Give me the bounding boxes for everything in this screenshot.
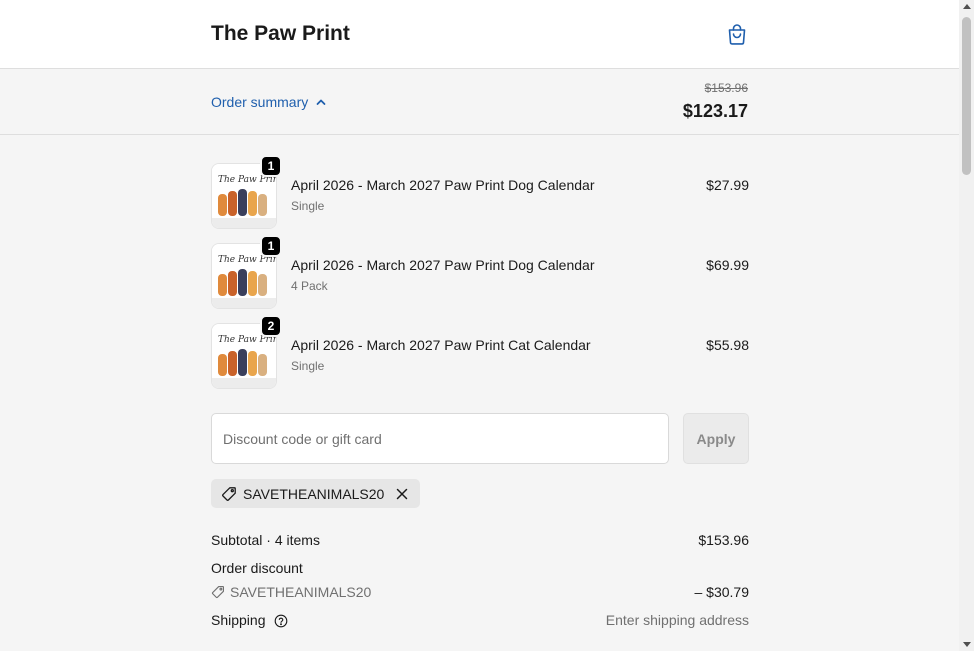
store-name[interactable]: The Paw Print bbox=[211, 22, 350, 46]
tag-icon bbox=[222, 486, 236, 501]
order-summary-bar: Order summary $153.96 $123.17 bbox=[0, 69, 959, 135]
order-discount-row: Order discount bbox=[211, 560, 749, 576]
order-summary-toggle[interactable]: Order summary bbox=[211, 94, 327, 110]
quantity-badge: 1 bbox=[260, 155, 282, 177]
shipping-value: Enter shipping address bbox=[605, 612, 749, 628]
item-variant: Single bbox=[291, 199, 325, 213]
applied-code-label: SAVETHEANIMALS20 bbox=[243, 485, 385, 502]
item-price: $27.99 bbox=[706, 177, 749, 193]
header: The Paw Print bbox=[0, 0, 959, 69]
discount-code-label: SAVETHEANIMALS20 bbox=[230, 584, 372, 600]
line-item: The Paw Print 1 April 2026 - March 2027 … bbox=[211, 155, 749, 229]
close-icon[interactable] bbox=[394, 486, 410, 502]
item-variant: 4 Pack bbox=[291, 279, 328, 293]
order-total: $123.17 bbox=[682, 101, 748, 121]
item-title: April 2026 - March 2027 Paw Print Dog Ca… bbox=[291, 257, 595, 273]
shopping-bag-icon[interactable] bbox=[725, 22, 749, 46]
discount-value: – $30.79 bbox=[694, 584, 750, 600]
subtotal-value: $153.96 bbox=[698, 532, 749, 548]
apply-discount-button[interactable]: Apply bbox=[683, 413, 749, 464]
applied-discount-chip: SAVETHEANIMALS20 bbox=[211, 479, 421, 508]
line-item: The Paw Print 1 April 2026 - March 2027 … bbox=[211, 235, 749, 309]
item-title: April 2026 - March 2027 Paw Print Dog Ca… bbox=[291, 177, 595, 193]
scroll-up-arrow-icon[interactable] bbox=[963, 4, 971, 9]
item-title: April 2026 - March 2027 Paw Print Cat Ca… bbox=[291, 337, 591, 353]
order-discount-label: Order discount bbox=[211, 560, 303, 576]
order-summary-label: Order summary bbox=[211, 94, 309, 110]
scrollbar-thumb[interactable] bbox=[962, 17, 971, 175]
subtotal-label: Subtotal · 4 items bbox=[211, 532, 320, 548]
scrollbar[interactable] bbox=[959, 0, 974, 651]
subtotal-row: Subtotal · 4 items $153.96 bbox=[211, 532, 749, 548]
quantity-badge: 1 bbox=[260, 235, 282, 257]
discount-code-input[interactable] bbox=[211, 413, 669, 464]
chevron-up-icon bbox=[316, 99, 326, 105]
help-icon[interactable] bbox=[274, 614, 288, 628]
item-variant: Single bbox=[291, 359, 325, 373]
item-price: $69.99 bbox=[706, 257, 749, 273]
item-price: $55.98 bbox=[706, 337, 749, 353]
shipping-label: Shipping bbox=[211, 612, 266, 628]
discount-code-row: SAVETHEANIMALS20 – $30.79 bbox=[211, 584, 749, 602]
scroll-down-arrow-icon[interactable] bbox=[963, 642, 971, 647]
shipping-row: Shipping Enter shipping address bbox=[211, 612, 749, 628]
line-item: The Paw Print 2 April 2026 - March 2027 … bbox=[211, 315, 749, 389]
quantity-badge: 2 bbox=[260, 315, 282, 337]
original-total: $153.96 bbox=[704, 81, 748, 95]
tag-icon bbox=[211, 586, 224, 599]
